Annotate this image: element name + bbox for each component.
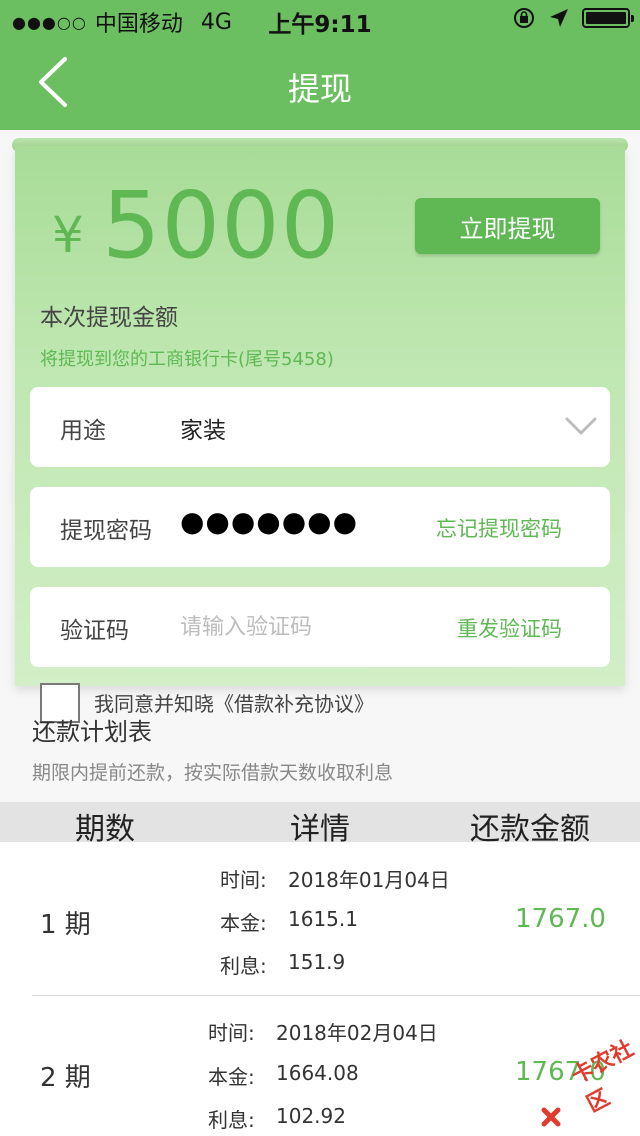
rotation-lock-icon — [514, 8, 534, 28]
row-time-label: 时间: — [220, 868, 267, 892]
password-field[interactable]: 提现密码 ●●●●●●● 忘记提现密码 — [30, 487, 610, 567]
table-header: 期数 详情 还款金额 — [0, 802, 640, 847]
row-time: 2018年01月04日 — [288, 868, 450, 892]
resend-code-button[interactable]: 重发验证码 — [457, 613, 562, 643]
row-principal-label: 本金: — [220, 911, 267, 935]
purpose-value: 家装 — [180, 418, 226, 444]
withdraw-amount: 5000 — [102, 172, 341, 279]
chevron-down-icon — [565, 417, 597, 435]
bank-card-note: 将提现到您的工商银行卡(尾号5458) — [40, 349, 334, 370]
row-period: 1 期 — [40, 910, 91, 940]
plan-note: 期限内提前还款，按实际借款天数收取利息 — [32, 762, 394, 784]
currency-symbol: ¥ — [52, 206, 84, 264]
row-principal: 1664.08 — [276, 1061, 359, 1085]
row-interest: 102.92 — [276, 1104, 346, 1128]
code-label: 验证码 — [60, 618, 129, 644]
forgot-password-link[interactable]: 忘记提现密码 — [436, 513, 562, 543]
row-principal-label: 本金: — [208, 1065, 255, 1089]
row-interest: 151.9 — [288, 950, 346, 974]
password-value: ●●●●●●● — [180, 505, 359, 538]
purpose-label: 用途 — [60, 418, 106, 444]
plan-title: 还款计划表 — [32, 718, 152, 746]
row-time-label: 时间: — [208, 1021, 255, 1045]
status-right — [512, 6, 634, 30]
row-time: 2018年02月04日 — [276, 1021, 438, 1045]
status-bar: ●●●○○ 中国移动 4G 上午9:11 — [0, 0, 640, 40]
location-arrow-icon — [550, 9, 568, 27]
page-title: 提现 — [287, 70, 352, 108]
row-interest-label: 利息: — [220, 954, 267, 978]
purpose-select[interactable]: 用途 家装 — [30, 387, 610, 467]
verification-code-field: 验证码 重发验证码 — [30, 587, 610, 667]
password-label: 提现密码 — [60, 518, 152, 544]
battery-icon — [582, 8, 634, 28]
row-divider — [32, 995, 640, 996]
nav-bar: 提现 — [0, 40, 640, 130]
amount-label: 本次提现金额 — [40, 305, 178, 331]
row-period: 2 期 — [40, 1063, 91, 1093]
row-payment: 1767.0 — [515, 904, 606, 934]
withdraw-now-button[interactable]: 立即提现 — [415, 198, 600, 254]
code-input[interactable] — [180, 607, 430, 647]
row-interest-label: 利息: — [208, 1108, 255, 1132]
row-principal: 1615.1 — [288, 907, 358, 931]
